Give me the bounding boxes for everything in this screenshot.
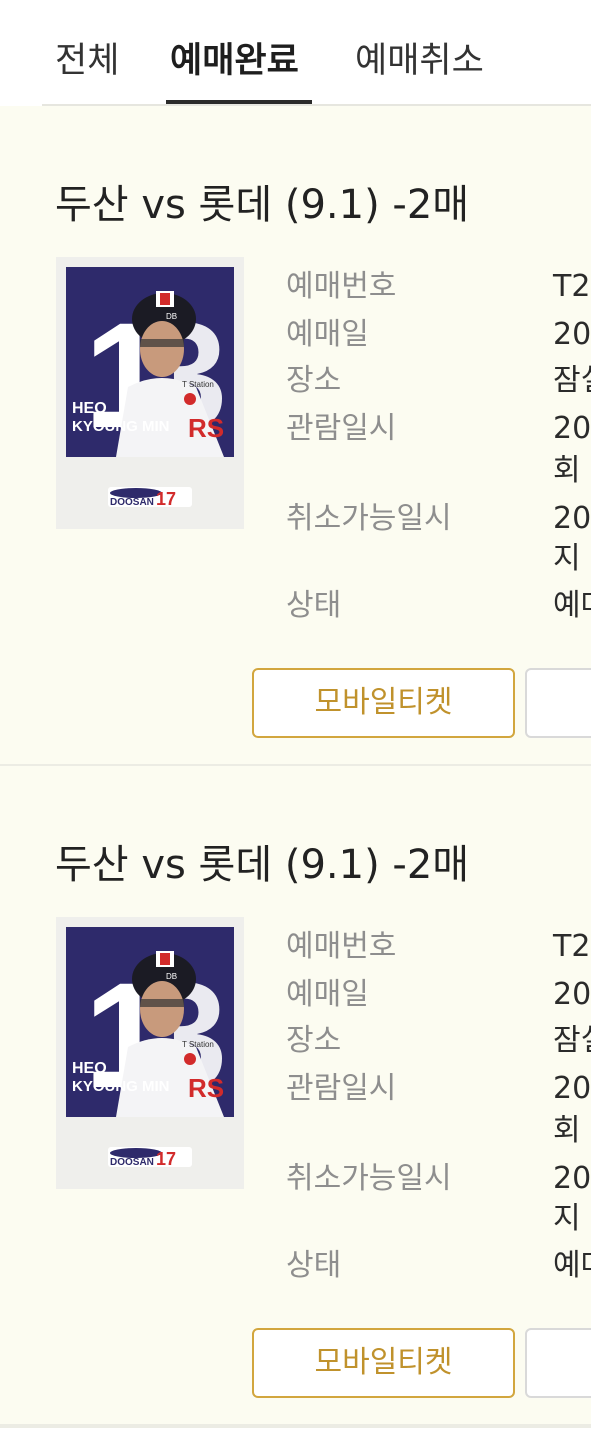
value-status: 예매 xyxy=(553,588,591,623)
mobile-ticket-button[interactable]: 모바일티켓 xyxy=(252,668,515,738)
label-status: 상태 xyxy=(286,588,342,623)
mobile-ticket-button[interactable]: 모바일티켓 xyxy=(252,1328,515,1398)
tab-booking-cancelled[interactable]: 예매취소 xyxy=(355,38,484,84)
label-booking-date: 예매일 xyxy=(286,977,369,1012)
svg-text:17: 17 xyxy=(156,1149,176,1169)
tab-booking-complete[interactable]: 예매완료 xyxy=(170,38,299,84)
value-booking-date: 20 xyxy=(553,317,591,352)
label-venue: 장소 xyxy=(286,1023,342,1058)
poster-text-heo: HEO xyxy=(72,1060,107,1077)
reservation-title[interactable]: 두산 vs 롯데 (9.1) -2매 xyxy=(55,179,469,231)
value-status: 예매 xyxy=(553,1248,591,1283)
value-booking-number: T2 xyxy=(553,269,591,304)
reservation-title[interactable]: 두산 vs 롯데 (9.1) -2매 xyxy=(55,839,469,891)
svg-text:DB: DB xyxy=(166,312,177,321)
value-venue: 잠실 xyxy=(553,1023,591,1058)
secondary-action-button[interactable] xyxy=(525,668,591,738)
poster-text-heo: HEO xyxy=(72,400,107,417)
label-cancel-deadline: 취소가능일시 xyxy=(286,1161,452,1196)
label-cancel-deadline: 취소가능일시 xyxy=(286,501,452,536)
value-cancel-deadline: 20 xyxy=(553,501,591,536)
value-game-datetime-cont: 회 xyxy=(553,453,581,488)
value-game-datetime: 20 xyxy=(553,411,591,446)
tab-bar: 전체 예매완료 예매취소 xyxy=(0,0,591,106)
svg-text:T Station: T Station xyxy=(182,380,214,389)
poster-team-logo: DOOSAN xyxy=(110,1157,154,1168)
poster-team-logo: DOOSAN xyxy=(110,497,154,508)
value-venue: 잠실 xyxy=(553,363,591,398)
value-cancel-deadline-cont: 지 xyxy=(553,541,581,576)
value-cancel-deadline-cont: 지 xyxy=(553,1201,581,1236)
label-venue: 장소 xyxy=(286,363,342,398)
value-booking-date: 20 xyxy=(553,977,591,1012)
value-game-datetime: 20 xyxy=(553,1071,591,1106)
game-poster: 1 3 T Station DB HEO KYOUNG MIN RS DOOSA… xyxy=(56,917,244,1189)
poster-text-rs: RS xyxy=(188,1073,224,1103)
label-game-datetime: 관람일시 xyxy=(286,1071,397,1106)
poster-text-name: KYOUNG MIN xyxy=(72,1078,170,1095)
tab-all[interactable]: 전체 xyxy=(55,38,119,84)
label-booking-number: 예매번호 xyxy=(286,269,397,304)
game-poster: 1 3 T Station DB HEO KYOUNG MIN RS DOOSA… xyxy=(56,257,244,529)
card-separator xyxy=(0,1424,591,1428)
value-booking-number: T2 xyxy=(553,929,591,964)
value-game-datetime-cont: 회 xyxy=(553,1113,581,1148)
poster-text-name: KYOUNG MIN xyxy=(72,418,170,435)
label-game-datetime: 관람일시 xyxy=(286,411,397,446)
svg-text:DB: DB xyxy=(166,972,177,981)
svg-text:17: 17 xyxy=(156,489,176,509)
label-booking-number: 예매번호 xyxy=(286,929,397,964)
poster-text-rs: RS xyxy=(188,413,224,443)
secondary-action-button[interactable] xyxy=(525,1328,591,1398)
label-status: 상태 xyxy=(286,1248,342,1283)
reservation-card: 두산 vs 롯데 (9.1) -2매 1 3 T Station DB HEO … xyxy=(0,106,591,764)
reservation-card: 두산 vs 롯데 (9.1) -2매 1 3 T Station DB HEO … xyxy=(0,766,591,1424)
svg-text:T Station: T Station xyxy=(182,1040,214,1049)
label-booking-date: 예매일 xyxy=(286,317,369,352)
value-cancel-deadline: 20 xyxy=(553,1161,591,1196)
